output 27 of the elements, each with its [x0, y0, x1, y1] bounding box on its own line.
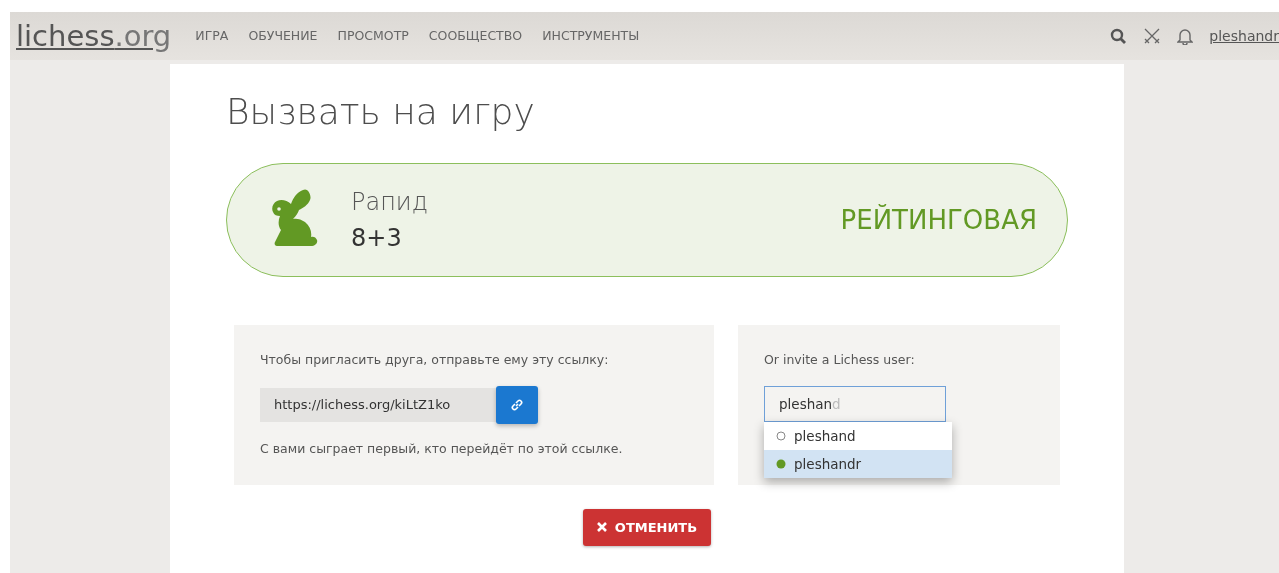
nav-link[interactable]: ОБУЧЕНИЕ	[248, 26, 318, 46]
suggestion-item[interactable]: pleshand	[764, 421, 952, 450]
game-variant: Рапид	[351, 187, 428, 219]
time-control: 8+3	[351, 220, 428, 257]
nav-link[interactable]: ИНСТРУМЕНТЫ	[542, 26, 640, 46]
close-icon	[596, 522, 607, 533]
site-logo[interactable]: lichess.org	[16, 21, 172, 51]
page-title: Вызвать на игру	[226, 90, 536, 134]
link-icon	[510, 397, 524, 412]
cancel-button[interactable]: ОТМЕНИТЬ	[582, 508, 712, 547]
offline-circle-icon	[776, 430, 786, 441]
bell-icon[interactable]	[1177, 27, 1194, 45]
nav-link[interactable]: СООБЩЕСТВО	[428, 26, 523, 46]
link-field[interactable]: https://lichess.org/kiLtZ1ko	[260, 387, 496, 422]
username-field[interactable]: pleshand	[764, 385, 946, 422]
link-note: С вами сыграет первый, кто перейдёт по этой ссылке.	[260, 439, 624, 458]
rated-mode: РЕЙТИНГОВАЯ	[840, 203, 1037, 237]
suggestion-item[interactable]: pleshandr	[764, 449, 952, 478]
user-menu[interactable]: pleshandr	[1209, 25, 1279, 47]
nav-link[interactable]: ИГРА	[195, 26, 229, 46]
online-dot-icon	[776, 458, 786, 469]
nav-link[interactable]: ПРОСМОТР	[337, 26, 409, 46]
copy-link-button[interactable]	[496, 385, 538, 424]
invite-label: Or invite a Lichess user:	[764, 351, 916, 370]
search-icon[interactable]	[1110, 27, 1128, 45]
crossed-swords-icon[interactable]	[1143, 27, 1162, 45]
instruction-text: Чтобы пригласить друга, отправьте ему эту ссылку:	[260, 351, 610, 370]
